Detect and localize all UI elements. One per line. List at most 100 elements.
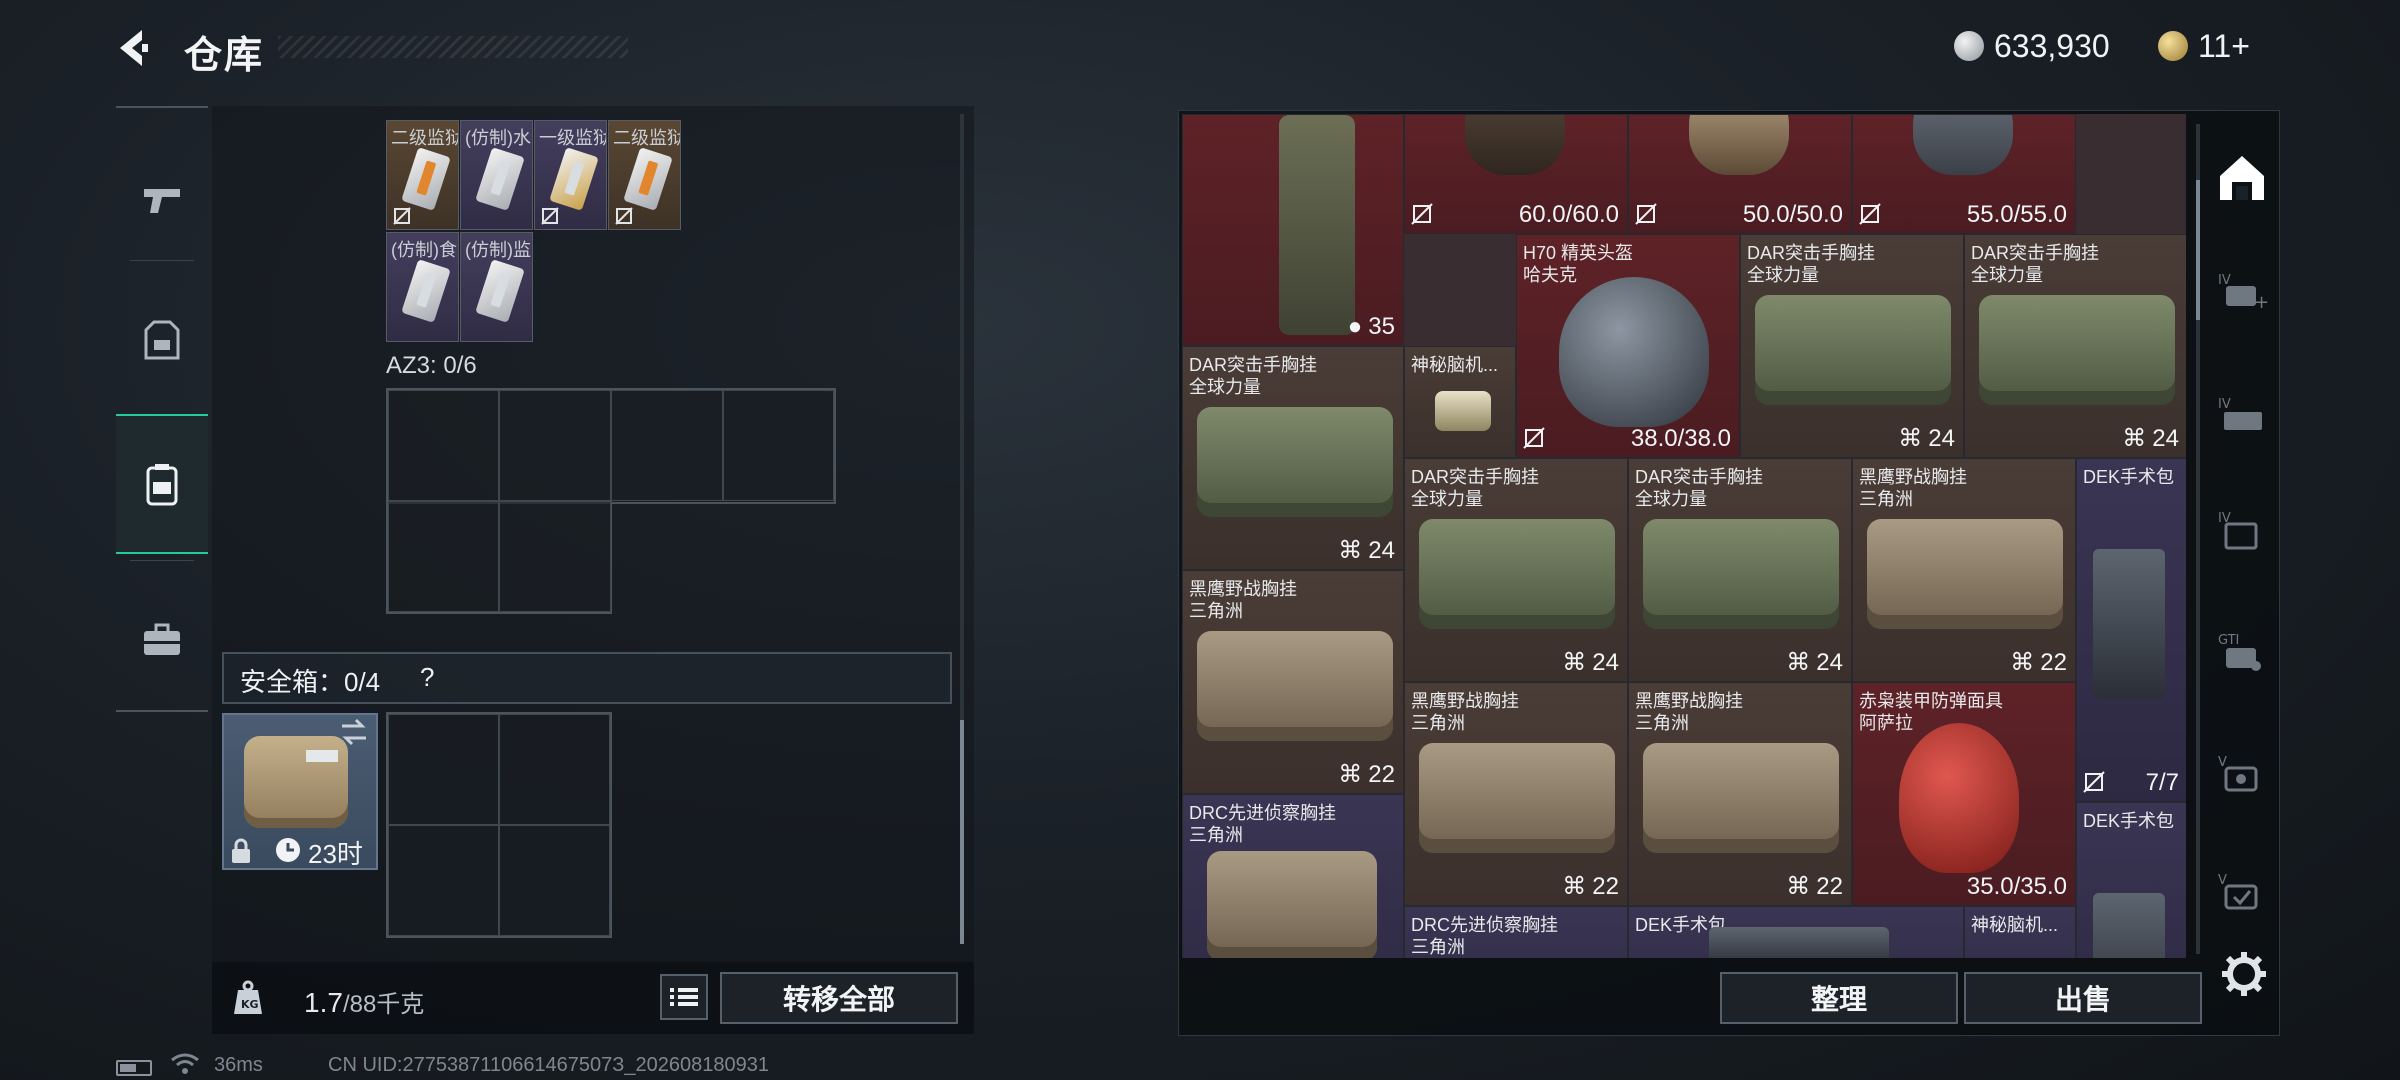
warehouse-item[interactable]: 60.0/60.0 [1404, 114, 1628, 234]
chest-rig-image [1279, 115, 1355, 335]
sort-button[interactable]: 整理 [1720, 972, 1958, 1024]
settings-gear-icon[interactable] [2218, 948, 2270, 1000]
tab-armor[interactable] [116, 270, 208, 410]
consumable-slot[interactable]: (仿制)食... [386, 232, 459, 342]
grid-cell[interactable] [499, 714, 610, 825]
warehouse-item[interactable]: DAR突击手胸挂 全球力量 ⌘ 24 [1182, 346, 1404, 570]
case-iv-icon: IV + [2218, 273, 2268, 313]
grid-cell[interactable] [723, 390, 834, 501]
warehouse-item[interactable]: 神秘脑机... [1404, 346, 1516, 458]
page-title: 仓库 [184, 35, 265, 77]
warehouse-item[interactable]: DAR突击手胸挂 全球力量 ⌘ 24 [1628, 458, 1852, 682]
warehouse-item[interactable]: 黑鹰野战胸挂 三角洲 ⌘ 22 [1628, 682, 1852, 906]
case-v-icon: V [2218, 755, 2258, 792]
battery-icon [116, 1060, 152, 1076]
filter-tab-iv-3[interactable]: IV [2212, 500, 2272, 560]
sell-button[interactable]: 出售 [1964, 972, 2202, 1024]
back-button[interactable] [112, 26, 160, 70]
warehouse-item[interactable]: 神秘脑机... [1964, 906, 2076, 958]
grid-cell[interactable] [388, 714, 499, 825]
warehouse-item[interactable]: 55.0/55.0 [1852, 114, 2076, 234]
premium-currency-value: 11+ [2198, 27, 2250, 64]
tab-cases[interactable] [116, 570, 208, 710]
grid-cell[interactable] [499, 390, 611, 501]
mask-image [1913, 115, 2013, 175]
category-tabs [116, 106, 208, 712]
consumable-slot[interactable]: 二级监狱... [386, 120, 459, 230]
warehouse-item[interactable]: DEK手术包 [1628, 906, 1964, 958]
tab-weapons[interactable] [116, 130, 208, 270]
warehouse-item[interactable]: DRC先进侦察胸挂 三角洲 [1404, 906, 1628, 958]
tab-backpack[interactable] [116, 414, 208, 554]
filter-tab-iv-1[interactable]: IV + [2212, 262, 2272, 322]
title-decoration [278, 36, 628, 58]
warehouse-item[interactable]: 黑鹰野战胸挂 三角洲 ⌘ 22 [1182, 570, 1404, 794]
access-card-icon [623, 147, 673, 211]
briefcase-icon [144, 623, 180, 655]
swap-icon[interactable] [338, 718, 370, 746]
access-card-icon [401, 147, 451, 211]
warehouse-item[interactable]: 黑鹰野战胸挂 三角洲 ⌘ 22 [1404, 682, 1628, 906]
warehouse-item[interactable]: 黑鹰野战胸挂 三角洲 ⌘ 22 [1852, 458, 2076, 682]
warehouse-item[interactable]: ● 35 [1182, 114, 1404, 346]
filter-tab-v-1[interactable]: V [2212, 744, 2272, 804]
rig-capacity-icon: ⌘ [1338, 537, 1363, 564]
chest-rig-image [1643, 519, 1839, 629]
case-v-icon: V [2218, 873, 2258, 910]
list-view-button[interactable] [660, 974, 708, 1020]
chest-rig-image [1197, 407, 1393, 517]
helmet-image [1689, 115, 1789, 175]
grid-cell[interactable] [499, 825, 610, 936]
silver-coin-icon [1954, 31, 1984, 61]
rig-capacity-icon: ⌘ [1786, 649, 1811, 676]
warehouse-scrollbar-thumb[interactable] [2196, 180, 2200, 320]
safebox-timer: 23时 [308, 839, 363, 869]
rig-capacity-icon: ⌘ [1898, 425, 1923, 452]
warehouse-item[interactable]: DAR突击手胸挂 全球力量 ⌘ 24 [1964, 234, 2186, 458]
grid-cell[interactable] [388, 390, 499, 501]
warehouse-item[interactable]: 50.0/50.0 [1628, 114, 1852, 234]
filter-tab-iv-2[interactable]: IV [2212, 386, 2272, 446]
consumable-slot[interactable]: (仿制)水... [460, 120, 533, 230]
warehouse-item[interactable]: DAR突击手胸挂 全球力量 ⌘ 24 [1740, 234, 1964, 458]
consumable-slot[interactable]: 一级监狱... [534, 120, 607, 230]
access-card-icon [549, 147, 599, 211]
weight-icon: KG [234, 980, 262, 1014]
storage-box-icon: IV [2218, 511, 2258, 550]
no-insure-icon [1411, 203, 1433, 225]
warehouse-item[interactable]: 赤枭装甲防弹面具 阿萨拉 35.0/35.0 [1852, 682, 2076, 906]
no-insure-icon [615, 207, 633, 225]
consumable-slot[interactable]: 二级监狱... [608, 120, 681, 230]
warehouse-item[interactable]: DRC先进侦察胸挂 三角洲 [1182, 794, 1404, 958]
wifi-icon [171, 1053, 199, 1074]
warehouse-item[interactable]: DEK手术包 [2076, 802, 2186, 958]
filter-tab-gti[interactable]: GTI [2212, 622, 2272, 682]
rig-capacity-icon: ⌘ [2122, 425, 2147, 452]
grid-cell[interactable] [499, 501, 611, 612]
warehouse-item[interactable]: H70 精英头盔 哈夫克 38.0/38.0 [1516, 234, 1740, 458]
filter-tab-v-2[interactable]: V [2212, 862, 2272, 922]
warehouse-item[interactable]: DEK手术包 7/7 [2076, 458, 2186, 802]
svg-text:IV: IV [2218, 273, 2231, 288]
currency-balance[interactable]: 633,930 [1954, 26, 2110, 66]
access-card-icon [475, 147, 525, 211]
warehouse-item[interactable]: DAR突击手胸挂 全球力量 ⌘ 24 [1404, 458, 1628, 682]
help-icon[interactable]: ? [420, 662, 434, 693]
chest-rig-image [1419, 519, 1615, 629]
backpack-scrollbar-thumb[interactable] [960, 720, 964, 944]
warehouse-icon [2220, 156, 2264, 200]
svg-text:IV: IV [2218, 397, 2231, 412]
access-card-icon [401, 259, 451, 323]
svg-text:V: V [2218, 873, 2227, 888]
grid-cell[interactable] [388, 825, 499, 936]
transfer-all-button[interactable]: 转移全部 [720, 972, 958, 1024]
gold-triangle-icon [2158, 31, 2188, 61]
consumable-slot[interactable]: (仿制)监... [460, 232, 533, 342]
currency-balance-value: 633,930 [1994, 27, 2110, 64]
chest-rig-image [1643, 743, 1839, 853]
warehouse-home-button[interactable] [2212, 148, 2272, 208]
az3-container-label: AZ3: 0/6 [386, 352, 477, 379]
grid-cell[interactable] [388, 501, 499, 612]
premium-currency[interactable]: 11+ [2158, 26, 2250, 66]
grid-cell[interactable] [611, 390, 723, 501]
